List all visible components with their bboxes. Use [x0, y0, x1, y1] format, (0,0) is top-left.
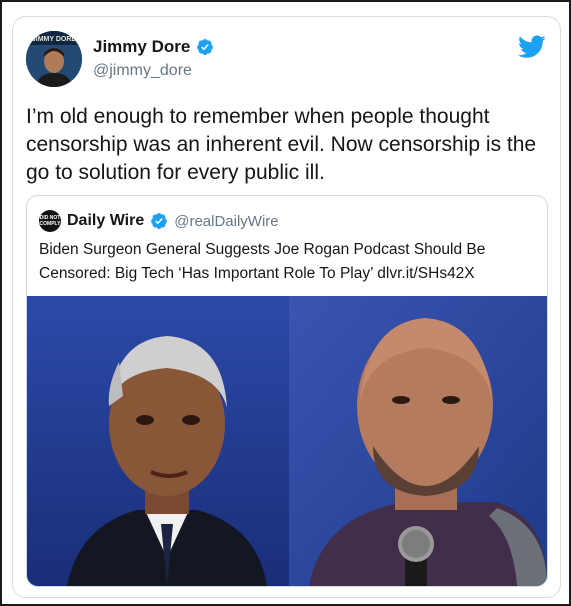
tweet-text: I’m old enough to remember when people t…: [26, 105, 537, 184]
quoted-author-handle[interactable]: @realDailyWire: [174, 213, 278, 230]
verified-badge-icon: [197, 38, 214, 56]
quoted-tweet-header: DID NOT COMPLY Daily Wire @realDailyWire: [39, 210, 279, 232]
author-avatar[interactable]: JIMMY DORE: [26, 31, 82, 87]
quoted-tweet[interactable]: DID NOT COMPLY Daily Wire @realDailyWire…: [26, 195, 548, 587]
twitter-bird-icon[interactable]: [518, 35, 546, 59]
author-name[interactable]: Jimmy Dore: [93, 37, 190, 57]
avatar-caption: JIMMY DORE: [32, 36, 77, 43]
author-handle[interactable]: @jimmy_dore: [93, 62, 214, 80]
quoted-tweet-text: Biden Surgeon General Suggests Joe Rogan…: [39, 241, 486, 282]
author-block: Jimmy Dore @jimmy_dore: [93, 37, 214, 80]
left-portrait: [27, 296, 289, 586]
tweet-card[interactable]: JIMMY DORE Jimmy Dore @jimmy_dore I’m ol…: [12, 16, 561, 598]
quoted-author-avatar[interactable]: DID NOT COMPLY: [39, 210, 61, 232]
quoted-author-name[interactable]: Daily Wire: [67, 212, 144, 230]
quoted-tweet-image[interactable]: [27, 296, 547, 586]
right-portrait: [289, 296, 547, 586]
verified-badge-icon: [151, 212, 168, 230]
screenshot-frame: JIMMY DORE Jimmy Dore @jimmy_dore I’m ol…: [0, 0, 571, 606]
